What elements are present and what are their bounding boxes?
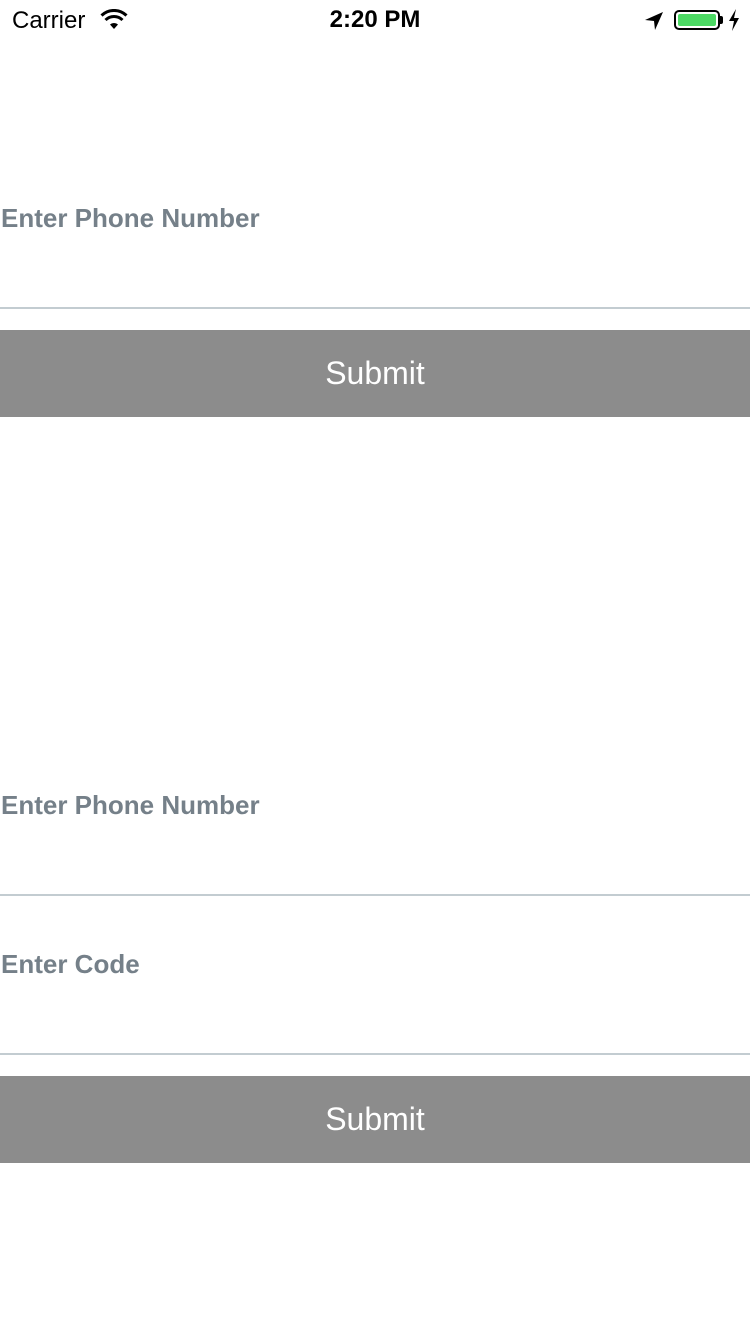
phone-number-placeholder: Enter Phone Number (1, 790, 260, 820)
clock-time: 2:20 PM (329, 6, 421, 33)
battery-tip (720, 16, 723, 24)
status-bar: Carrier 2:20 PM (0, 0, 750, 40)
code-placeholder: Enter Code (1, 949, 140, 979)
battery-icon (674, 10, 720, 30)
phone-number-underline (0, 894, 750, 896)
code-underline (0, 1053, 750, 1055)
submit-button-bottom[interactable]: Submit (0, 1076, 750, 1163)
phone-number-underline (0, 307, 750, 309)
submit-button-top[interactable]: Submit (0, 330, 750, 417)
phone-number-field-bottom[interactable]: Enter Phone Number (0, 777, 750, 899)
phone-number-placeholder: Enter Phone Number (1, 203, 260, 233)
charging-bolt-icon (729, 9, 739, 31)
code-field[interactable]: Enter Code (0, 936, 750, 1058)
phone-number-field-top[interactable]: Enter Phone Number (0, 190, 750, 312)
location-arrow-icon (645, 12, 663, 30)
battery-level (678, 14, 716, 26)
